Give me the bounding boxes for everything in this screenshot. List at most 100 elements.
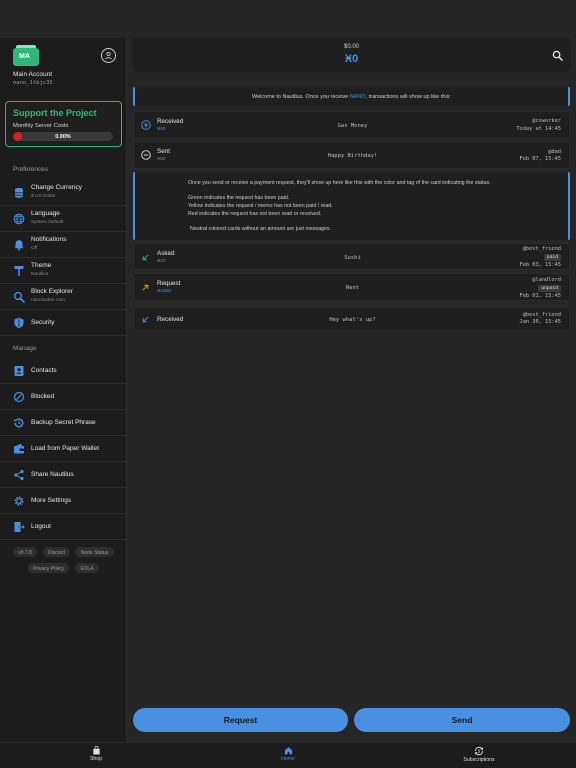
card-contact: @best_friend <box>522 246 561 252</box>
info-line: Neutral colored cards without an amount … <box>190 226 332 232</box>
transaction-card-sent[interactable]: Sent Ӿ50 Happy Birthday! @dad Feb 07, 15… <box>133 141 570 169</box>
info-line: Green indicates the request has been pai… <box>188 195 290 201</box>
support-title: Support the Project <box>13 108 97 118</box>
database-icon <box>14 187 24 198</box>
manage-label: Manage <box>13 345 37 352</box>
nav-subscriptions[interactable]: $ Subscriptions <box>449 746 509 763</box>
menu-label: Blocked <box>31 393 55 400</box>
menu-sublabel: Off <box>31 246 38 251</box>
menu-more-settings[interactable]: More Settings <box>0 488 126 514</box>
support-progress-bar: 0.00% <box>13 132 113 141</box>
menu-label: Security <box>31 319 55 326</box>
blocked-icon <box>13 391 25 403</box>
account-address[interactable]: nano_1tkjc35 <box>13 80 53 86</box>
welcome-banner: Welcome to Nautilus. Once you receive NA… <box>133 87 570 106</box>
share-icon <box>14 469 24 481</box>
menu-sublabel: nanolooker.com <box>31 298 65 303</box>
card-time: Feb 03, 15:45 <box>519 262 561 268</box>
menu-backup-secret-phrase[interactable]: Backup Secret Phrase <box>0 410 126 436</box>
search-icon <box>13 291 25 303</box>
request-info-card: Once you send or receive a payment reque… <box>133 172 570 240</box>
menu-label: Block Explorer <box>31 288 73 295</box>
support-subtitle: Monthly Server Costs <box>13 123 69 129</box>
status-badge: unpaid <box>538 285 561 292</box>
menu-sublabel: $ US Dollar <box>31 194 56 199</box>
message-card-received[interactable]: Received Hey what's up? @best_friend Jan… <box>133 307 570 331</box>
info-line: Red indicates the request has not been r… <box>188 211 322 217</box>
menu-label: Notifications <box>31 236 67 243</box>
menu-label: Share Nautilus <box>31 471 74 478</box>
nav-label: Subscriptions <box>463 757 495 763</box>
paint-roller-icon <box>14 266 24 276</box>
menu-change-currency[interactable]: Change Currency $ US Dollar <box>0 180 126 206</box>
preferences-label: Preferences <box>13 166 49 173</box>
menu-label: Language <box>31 210 60 217</box>
menu-notifications[interactable]: Notifications Off <box>0 232 126 258</box>
card-contact: @best_friend <box>522 312 561 318</box>
menu-language[interactable]: Language System Default <box>0 206 126 232</box>
svg-text:$: $ <box>478 749 481 754</box>
home-icon <box>284 747 292 755</box>
eula-link[interactable]: EULA <box>75 563 99 573</box>
card-message: Hey what's up? <box>329 317 376 323</box>
menu-theme[interactable]: Theme Nautilus <box>0 258 126 284</box>
welcome-text: Welcome to Nautilus. Once you receive <box>252 94 350 100</box>
menu-share-nautilus[interactable]: Share Nautilus <box>0 462 126 488</box>
shopping-bag-icon <box>92 746 100 755</box>
nav-home[interactable]: Home <box>258 746 318 762</box>
sidebar: MA Main Account nano_1tkjc35 Support the… <box>0 38 127 742</box>
request-card-request[interactable]: Request Ӿ1000 Rent @landlord unpaid Feb … <box>133 273 570 301</box>
menu-label: More Settings <box>31 497 72 504</box>
menu-label: Backup Secret Phrase <box>31 419 96 426</box>
support-card[interactable]: Support the Project Monthly Server Costs… <box>5 101 122 147</box>
card-contact: @coworker <box>532 118 561 124</box>
backup-icon <box>14 418 24 428</box>
card-time: Feb 01, 15:45 <box>519 293 561 299</box>
privacy-policy-link[interactable]: Privacy Policy <box>28 563 69 573</box>
card-time: Feb 07, 15:45 <box>519 156 561 162</box>
gear-icon <box>14 496 24 506</box>
contacts-icon <box>14 366 24 376</box>
menu-contacts[interactable]: Contacts <box>0 358 126 384</box>
menu-block-explorer[interactable]: Block Explorer nanolooker.com <box>0 284 126 310</box>
fiat-balance: $0.00 <box>343 44 359 50</box>
version-pill[interactable]: v0.7.8 <box>13 547 37 557</box>
account-switch-icon[interactable] <box>101 48 116 63</box>
send-button[interactable]: Send <box>354 708 570 732</box>
card-message: Sushi <box>344 255 361 261</box>
card-contact: @dad <box>548 149 561 155</box>
discord-link[interactable]: Discord <box>43 547 70 557</box>
welcome-text-end: , transactions will show up like this: <box>365 94 451 100</box>
menu-label: Contacts <box>31 367 57 374</box>
menu-sublabel: System Default <box>31 220 64 225</box>
balance-header: $0.00 Ӿ0 <box>132 38 571 72</box>
wallet-icon <box>14 443 24 454</box>
status-bar <box>0 0 576 38</box>
menu-label: Theme <box>31 262 52 269</box>
menu-load-paper-wallet[interactable]: Load from Paper Wallet <box>0 436 126 462</box>
menu-security[interactable]: Security <box>0 310 126 336</box>
nano-balance[interactable]: Ӿ0 <box>132 53 571 65</box>
nav-shop[interactable]: Shop <box>66 746 126 762</box>
menu-logout[interactable]: Logout <box>0 514 126 540</box>
shield-icon <box>14 317 24 329</box>
menu-blocked[interactable]: Blocked <box>0 384 126 410</box>
search-icon[interactable] <box>552 50 563 61</box>
status-badge: paid <box>543 254 561 261</box>
account-logo[interactable]: MA <box>13 45 39 66</box>
menu-label: Logout <box>31 523 51 530</box>
bell-icon <box>14 240 24 251</box>
menu-label: Change Currency <box>31 184 82 191</box>
logout-icon <box>14 522 25 532</box>
card-message: Gas Money <box>337 123 368 129</box>
request-button[interactable]: Request <box>133 708 348 732</box>
card-message: Happy Birthday! <box>327 153 378 159</box>
welcome-highlight: NANO <box>349 94 366 100</box>
nav-label: Home <box>281 756 295 762</box>
card-message: Rent <box>345 285 360 291</box>
request-card-asked[interactable]: Asked Ӿ10 Sushi @best_friend paid Feb 03… <box>133 243 570 270</box>
card-time: Today at 14:45 <box>516 126 561 132</box>
transaction-card-received[interactable]: Received Ӿ50 Gas Money @coworker Today a… <box>133 111 570 139</box>
node-status-link[interactable]: Node Status <box>75 547 114 557</box>
card-time: Jan 30, 15:45 <box>519 319 561 325</box>
